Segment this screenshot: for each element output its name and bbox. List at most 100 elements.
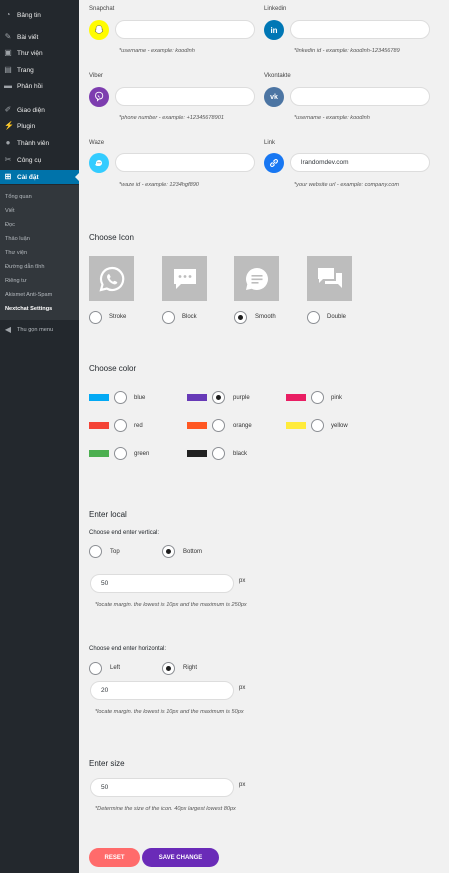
menu-item-comments[interactable]: ▬ Phản hồi bbox=[0, 79, 79, 93]
horizontal-label-right: Right bbox=[183, 665, 198, 671]
menu-item-tools[interactable]: ✂ Công cụ bbox=[0, 153, 79, 167]
whatsapp-icon bbox=[98, 266, 124, 292]
snapchat-icon bbox=[89, 20, 109, 40]
menu-item-settings[interactable]: ⊞ Cài đặt bbox=[0, 170, 79, 184]
vertical-margin-input[interactable]: 50 bbox=[90, 574, 234, 593]
color-swatch-green bbox=[89, 450, 109, 457]
icon-radio-stroke[interactable] bbox=[89, 311, 102, 324]
menu-label: Trang bbox=[17, 66, 34, 74]
menu-label: Cài đặt bbox=[17, 173, 39, 181]
link-input[interactable]: lrandomdev.com bbox=[290, 153, 430, 172]
submenu-item-reading[interactable]: Đọc bbox=[5, 222, 15, 228]
color-radio-purple[interactable] bbox=[212, 391, 225, 404]
menu-item-pages[interactable]: ▤ Trang bbox=[0, 63, 79, 77]
icon-radio-smooth[interactable] bbox=[234, 311, 247, 324]
color-radio-green[interactable] bbox=[114, 447, 127, 460]
color-label-green: green bbox=[134, 451, 150, 457]
vertical-label: Choose end enter vertical: bbox=[89, 530, 160, 536]
submenu-item-discussion[interactable]: Thảo luận bbox=[5, 236, 30, 242]
snapchat-label: Snapchat bbox=[89, 6, 115, 12]
link-icon bbox=[264, 153, 284, 173]
pin-icon: ✎ bbox=[4, 32, 12, 41]
color-radio-blue[interactable] bbox=[114, 391, 127, 404]
collapse-menu-button[interactable]: ◀ Thu gọn menu bbox=[0, 323, 79, 337]
vertical-radio-bottom[interactable] bbox=[162, 545, 175, 558]
icon-radio-block[interactable] bbox=[162, 311, 175, 324]
waze-icon bbox=[89, 153, 109, 173]
color-label-yellow: yellow bbox=[331, 423, 348, 429]
color-label-pink: pink bbox=[331, 395, 343, 401]
vertical-unit: px bbox=[239, 578, 246, 584]
color-radio-red[interactable] bbox=[114, 419, 127, 432]
icon-radio-double[interactable] bbox=[307, 311, 320, 324]
chat-dots-icon bbox=[173, 268, 196, 289]
menu-item-users[interactable]: ● Thành viên bbox=[0, 136, 79, 150]
menu-item-posts[interactable]: ✎ Bài viết bbox=[0, 30, 79, 44]
icon-option-smooth[interactable] bbox=[234, 256, 279, 301]
horizontal-margin-input[interactable]: 20 bbox=[90, 681, 234, 700]
menu-label: Giao diện bbox=[17, 106, 45, 114]
active-arrow bbox=[75, 173, 79, 181]
submenu-item-privacy[interactable]: Riêng tư bbox=[5, 278, 26, 284]
submenu-item-permalinks[interactable]: Đường dẫn tĩnh bbox=[5, 264, 44, 270]
icon-size-input[interactable]: 50 bbox=[90, 778, 234, 797]
dashboard-icon: ◔ bbox=[5, 10, 11, 19]
horizontal-radio-left[interactable] bbox=[89, 662, 102, 675]
menu-label: Bảng tin bbox=[17, 11, 41, 19]
color-label-red: red bbox=[134, 423, 143, 429]
color-radio-orange[interactable] bbox=[212, 419, 225, 432]
color-label-blue: blue bbox=[134, 395, 146, 401]
horizontal-unit: px bbox=[239, 685, 246, 691]
submenu-item-akismet[interactable]: Akismet Anti-Spam bbox=[5, 292, 52, 298]
color-label-black: black bbox=[233, 451, 248, 457]
reset-button[interactable]: RESET bbox=[89, 848, 140, 867]
snapchat-input[interactable] bbox=[115, 20, 255, 39]
menu-item-appearance[interactable]: ✐ Giao diện bbox=[0, 103, 79, 117]
color-swatch-black bbox=[187, 450, 207, 457]
icon-label-smooth: Smooth bbox=[255, 314, 276, 320]
enter-size-title: Enter size bbox=[89, 759, 125, 768]
linkedin-input[interactable] bbox=[290, 20, 430, 39]
color-swatch-orange bbox=[187, 422, 207, 429]
submenu-item-media[interactable]: Thư viện bbox=[5, 250, 27, 256]
menu-label: Phản hồi bbox=[17, 82, 43, 90]
linkedin-label: Linkedin bbox=[264, 6, 287, 12]
users-icon: ● bbox=[5, 138, 11, 147]
horizontal-radio-right[interactable] bbox=[162, 662, 175, 675]
size-unit: px bbox=[239, 782, 246, 788]
submenu-item-nextchat[interactable]: Nextchat Settings bbox=[5, 306, 52, 312]
vkontakte-icon: vk bbox=[264, 87, 284, 107]
waze-label: Waze bbox=[89, 140, 105, 146]
color-radio-yellow[interactable] bbox=[311, 419, 324, 432]
linkedin-icon: in bbox=[264, 20, 284, 40]
menu-item-plugins[interactable]: ⚡ Plugin bbox=[0, 119, 79, 133]
icon-option-block[interactable] bbox=[162, 256, 207, 301]
enter-local-title: Enter local bbox=[89, 510, 127, 519]
admin-sidebar: ◔ Bảng tin ✎ Bài viết ▣ Thư viện ▤ Trang ▬ Ph… bbox=[0, 0, 79, 873]
waze-input[interactable] bbox=[115, 153, 255, 172]
comment-icon: ▬ bbox=[4, 81, 12, 90]
color-swatch-blue bbox=[89, 394, 109, 401]
submenu-item-writing[interactable]: Viết bbox=[5, 208, 15, 214]
vertical-label-top: Top bbox=[110, 549, 120, 555]
brush-icon: ✐ bbox=[4, 105, 12, 114]
snapchat-hint: *username - example: koodinh bbox=[119, 48, 195, 54]
color-radio-pink[interactable] bbox=[311, 391, 324, 404]
chat-bubble-icon bbox=[245, 267, 268, 290]
menu-item-dashboard[interactable]: ◔ Bảng tin bbox=[0, 8, 79, 22]
settings-icon: ⊞ bbox=[4, 172, 12, 181]
color-radio-black[interactable] bbox=[212, 447, 225, 460]
vertical-radio-top[interactable] bbox=[89, 545, 102, 558]
icon-option-stroke[interactable] bbox=[89, 256, 134, 301]
vkontakte-input[interactable] bbox=[290, 87, 430, 106]
submenu-item-general[interactable]: Tổng quan bbox=[5, 194, 32, 200]
menu-item-media[interactable]: ▣ Thư viện bbox=[0, 46, 79, 60]
menu-label: Công cụ bbox=[17, 156, 42, 164]
viber-hint: *phone number - example: +12345678901 bbox=[119, 115, 224, 121]
viber-input[interactable] bbox=[115, 87, 255, 106]
color-label-orange: orange bbox=[233, 423, 252, 429]
color-swatch-red bbox=[89, 422, 109, 429]
icon-option-double[interactable] bbox=[307, 256, 352, 301]
save-change-button[interactable]: SAVE CHANGE bbox=[142, 848, 219, 867]
waze-hint: *waze id - example: 1234hgf890 bbox=[119, 182, 199, 188]
